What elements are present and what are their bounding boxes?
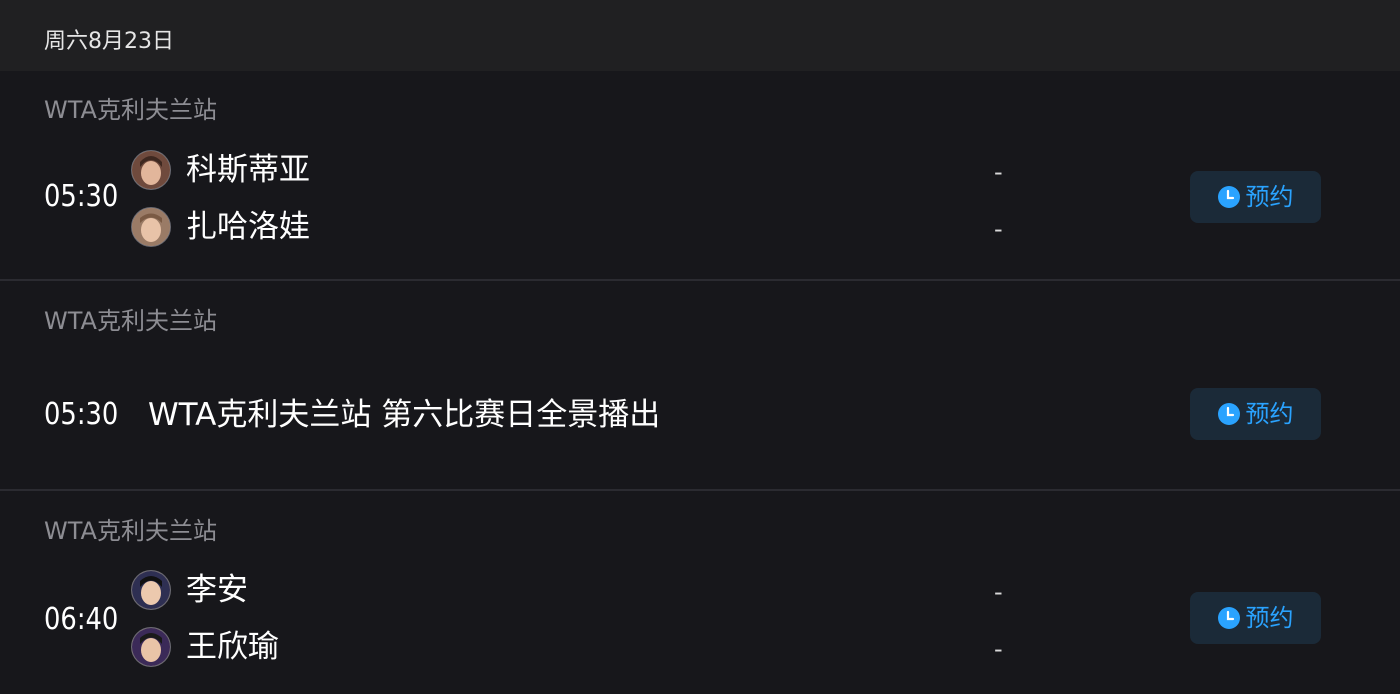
- program-time: 05:30: [44, 397, 119, 432]
- match-time: 06:40: [44, 602, 119, 637]
- player-row: 王欣瑜: [131, 627, 279, 667]
- date-header: 周六8月23日: [0, 0, 1400, 71]
- player-name: 科斯蒂亚: [186, 152, 310, 188]
- reserve-label: 预约: [1245, 400, 1294, 428]
- league-name: WTA克利夫兰站: [44, 517, 217, 545]
- player-avatar: [131, 207, 171, 247]
- clock-icon: [1217, 403, 1240, 425]
- reserve-button[interactable]: 预约: [1190, 592, 1321, 644]
- clock-icon: [1217, 186, 1240, 208]
- reserve-button[interactable]: 预约: [1190, 171, 1321, 223]
- player-score: -: [994, 578, 1003, 606]
- player-row: 扎哈洛娃: [131, 207, 310, 247]
- date-label: 周六8月23日: [44, 29, 174, 54]
- player-avatar: [131, 150, 171, 190]
- player-name: 王欣瑜: [186, 629, 279, 665]
- match-card[interactable]: WTA克利夫兰站 05:30 科斯蒂亚 - 扎哈洛娃 - 预约: [0, 71, 1400, 280]
- league-name: WTA克利夫兰站: [44, 96, 217, 124]
- player-row: 李安: [131, 570, 248, 610]
- reserve-label: 预约: [1245, 604, 1294, 632]
- player-avatar: [131, 570, 171, 610]
- match-card[interactable]: WTA克利夫兰站 06:40 李安 - 王欣瑜 - 预约: [0, 491, 1400, 694]
- reserve-button[interactable]: 预约: [1190, 388, 1321, 440]
- league-name: WTA克利夫兰站: [44, 307, 217, 335]
- player-name: 扎哈洛娃: [186, 209, 310, 245]
- match-time: 05:30: [44, 179, 119, 214]
- player-name: 李安: [186, 572, 248, 608]
- clock-icon: [1217, 607, 1240, 629]
- reserve-label: 预约: [1245, 183, 1294, 211]
- player-avatar: [131, 627, 171, 667]
- program-title: WTA克利夫兰站 第六比赛日全景播出: [148, 397, 661, 433]
- player-score: -: [994, 158, 1003, 186]
- player-score: -: [994, 635, 1003, 663]
- program-card[interactable]: WTA克利夫兰站 05:30 WTA克利夫兰站 第六比赛日全景播出 预约: [0, 281, 1400, 489]
- player-score: -: [994, 215, 1003, 243]
- player-row: 科斯蒂亚: [131, 150, 310, 190]
